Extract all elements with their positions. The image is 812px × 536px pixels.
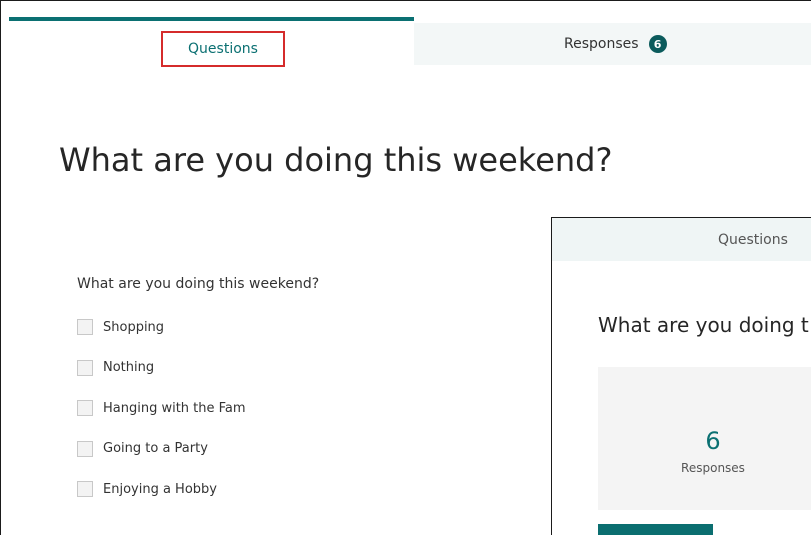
tab-responses-label[interactable]: Responses 6 [564,23,667,65]
option-shopping[interactable]: Shopping [77,317,246,337]
preview-action-button[interactable] [598,524,713,535]
responses-count-label: Responses [681,461,745,475]
option-label: Going to a Party [103,441,208,456]
checkbox[interactable] [77,359,93,376]
option-going-to-a-party[interactable]: Going to a Party [77,439,246,459]
option-list: Shopping Nothing Hanging with the Fam Go… [77,317,246,520]
responses-summary-card: 6 Responses [598,367,811,510]
option-label: Nothing [103,360,155,375]
preview-form-title: What are you doing t [598,313,809,337]
form-title: What are you doing this weekend? [59,141,613,179]
preview-tab-bar: Questions [552,218,811,261]
question-text: What are you doing this weekend? [77,276,320,292]
checkbox[interactable] [77,400,93,416]
option-enjoying-a-hobby[interactable]: Enjoying a Hobby [77,479,246,499]
preview-tab-questions[interactable]: Questions [718,218,788,261]
forms-window: Questions Responses 6 What are you doing… [0,0,811,535]
responses-count: 6 [705,427,721,455]
responses-count-badge: 6 [648,35,667,53]
checkbox[interactable] [77,481,93,497]
option-nothing[interactable]: Nothing [77,358,246,378]
tab-responses[interactable]: Responses 6 [414,23,811,65]
tab-questions[interactable]: Questions [9,17,414,67]
checkbox[interactable] [77,319,93,335]
option-label: Shopping [103,319,165,335]
responses-preview-panel: Questions What are you doing t 6 Respons… [551,217,811,535]
checkbox[interactable] [77,440,93,457]
tab-bar: Questions Responses 6 [1,1,811,67]
tab-questions-label[interactable]: Questions [161,31,285,67]
option-label: Enjoying a Hobby [103,481,217,497]
option-label: Hanging with the Fam [103,400,246,416]
option-hanging-with-the-fam[interactable]: Hanging with the Fam [77,398,246,418]
tab-responses-text: Responses [564,36,639,52]
